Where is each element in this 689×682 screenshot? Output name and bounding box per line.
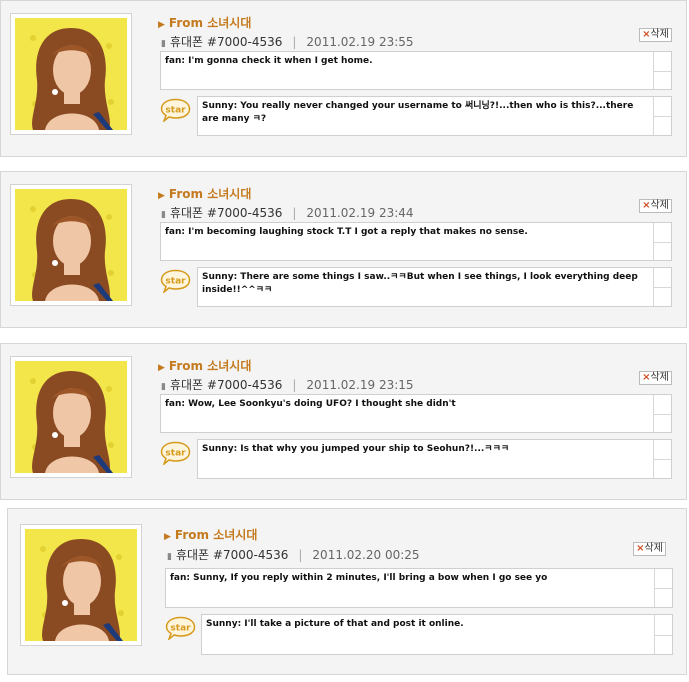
comment-card: ▶ From 소녀시대 ▮ 휴대폰 #7000-4536 | 2011.02.19 23…: [0, 171, 687, 328]
timestamp: 2011.02.19 23:55: [306, 35, 414, 49]
phone-icon: ▮: [161, 210, 166, 220]
fan-message-text: fan: Wow, Lee Soonkyu's doing UFO? I tho…: [165, 399, 456, 409]
fan-message: fan: I'm becoming laughing stock T.T I g…: [160, 222, 672, 261]
delete-label: 삭제: [650, 372, 669, 383]
author-label: From 소녀시대: [168, 359, 252, 373]
star-badge-label: star: [165, 106, 186, 116]
device-label: 휴대폰: [169, 378, 204, 392]
reply-message: Sunny: You really never changed your use…: [197, 96, 672, 136]
timestamp: 2011.02.20 00:25: [312, 548, 420, 562]
author-label: From 소녀시대: [174, 528, 258, 542]
message-scrollbar[interactable]: [653, 268, 671, 306]
fan-message-text: fan: Sunny, If you reply within 2 minute…: [170, 573, 548, 583]
avatar: [10, 184, 132, 306]
comment-card: ▶ From 소녀시대 ▮ 휴대폰 #7000-4536 | 2011.02.19 23…: [0, 0, 687, 157]
avatar-image: [25, 529, 137, 641]
star-badge: star: [160, 441, 191, 465]
meta-divider: |: [298, 548, 303, 562]
triangle-right-icon: ▶: [158, 191, 165, 201]
fan-message: fan: Sunny, If you reply within 2 minute…: [165, 568, 673, 608]
star-badge-label: star: [165, 277, 186, 287]
delete-label: 삭제: [650, 29, 669, 40]
star-badge: star: [165, 616, 196, 640]
reply-message: Sunny: Is that why you jumped your ship …: [197, 439, 672, 479]
comment-author[interactable]: ▶ From 소녀시대: [164, 526, 257, 543]
meta-divider: |: [292, 378, 297, 392]
message-scrollbar[interactable]: [653, 395, 671, 432]
triangle-right-icon: ▶: [158, 20, 165, 30]
message-scrollbar[interactable]: [654, 615, 672, 654]
phone-icon: ▮: [161, 39, 166, 49]
timestamp: 2011.02.19 23:44: [306, 206, 414, 220]
comment-card: ▶ From 소녀시대 ▮ 휴대폰 #7000-4536 | 2011.02.19 23…: [0, 343, 687, 500]
triangle-right-icon: ▶: [164, 532, 171, 542]
message-scrollbar[interactable]: [653, 52, 671, 89]
fan-message-text: fan: I'm becoming laughing stock T.T I g…: [165, 227, 528, 237]
delete-button[interactable]: ×삭제: [633, 542, 666, 556]
message-scrollbar[interactable]: [653, 440, 671, 478]
reply-message-text: Sunny: Is that why you jumped your ship …: [202, 444, 510, 454]
fan-message: fan: Wow, Lee Soonkyu's doing UFO? I tho…: [160, 394, 672, 433]
avatar-image: [15, 18, 127, 130]
delete-button[interactable]: ×삭제: [639, 371, 672, 385]
avatar: [10, 356, 132, 478]
comment-author[interactable]: ▶ From 소녀시대: [158, 357, 251, 374]
star-badge-label: star: [165, 449, 186, 459]
device-label: 휴대폰: [169, 206, 204, 220]
avatar: [20, 524, 142, 646]
avatar-image: [15, 189, 127, 301]
star-badge: star: [160, 98, 191, 122]
reply-message: Sunny: There are some things I saw..ㅋㅋBu…: [197, 267, 672, 307]
delete-label: 삭제: [650, 200, 669, 211]
comment-meta: ▮ 휴대폰 #7000-4536 | 2011.02.20 00:25: [167, 546, 420, 563]
author-label: From 소녀시대: [168, 16, 252, 30]
reply-message-text: Sunny: I'll take a picture of that and p…: [206, 619, 464, 629]
timestamp: 2011.02.19 23:15: [306, 378, 414, 392]
comment-meta: ▮ 휴대폰 #7000-4536 | 2011.02.19 23:44: [161, 204, 414, 221]
reply-message: Sunny: I'll take a picture of that and p…: [201, 614, 673, 655]
star-badge: star: [160, 269, 191, 293]
meta-divider: |: [292, 206, 297, 220]
delete-button[interactable]: ×삭제: [639, 199, 672, 213]
phone-number: #7000-4536: [212, 548, 289, 562]
message-scrollbar[interactable]: [653, 223, 671, 260]
phone-number: #7000-4536: [206, 378, 283, 392]
avatar: [10, 13, 132, 135]
comment-meta: ▮ 휴대폰 #7000-4536 | 2011.02.19 23:15: [161, 376, 414, 393]
comment-meta: ▮ 휴대폰 #7000-4536 | 2011.02.19 23:55: [161, 33, 414, 50]
comment-author[interactable]: ▶ From 소녀시대: [158, 14, 251, 31]
reply-message-text: Sunny: There are some things I saw..ㅋㅋBu…: [202, 272, 638, 295]
device-label: 휴대폰: [169, 35, 204, 49]
meta-divider: |: [292, 35, 297, 49]
comment-card: ▶ From 소녀시대 ▮ 휴대폰 #7000-4536 | 2011.02.20 00…: [7, 508, 687, 675]
message-scrollbar[interactable]: [654, 569, 672, 607]
comment-author[interactable]: ▶ From 소녀시대: [158, 185, 251, 202]
phone-icon: ▮: [161, 382, 166, 392]
author-label: From 소녀시대: [168, 187, 252, 201]
device-label: 휴대폰: [175, 548, 210, 562]
fan-message: fan: I'm gonna check it when I get home.: [160, 51, 672, 90]
reply-message-text: Sunny: You really never changed your use…: [202, 101, 634, 124]
phone-icon: ▮: [167, 552, 172, 562]
phone-number: #7000-4536: [206, 206, 283, 220]
message-scrollbar[interactable]: [653, 97, 671, 135]
delete-button[interactable]: ×삭제: [639, 28, 672, 42]
phone-number: #7000-4536: [206, 35, 283, 49]
fan-message-text: fan: I'm gonna check it when I get home.: [165, 56, 373, 66]
triangle-right-icon: ▶: [158, 363, 165, 373]
star-badge-label: star: [170, 624, 191, 634]
delete-label: 삭제: [644, 543, 663, 554]
avatar-image: [15, 361, 127, 473]
